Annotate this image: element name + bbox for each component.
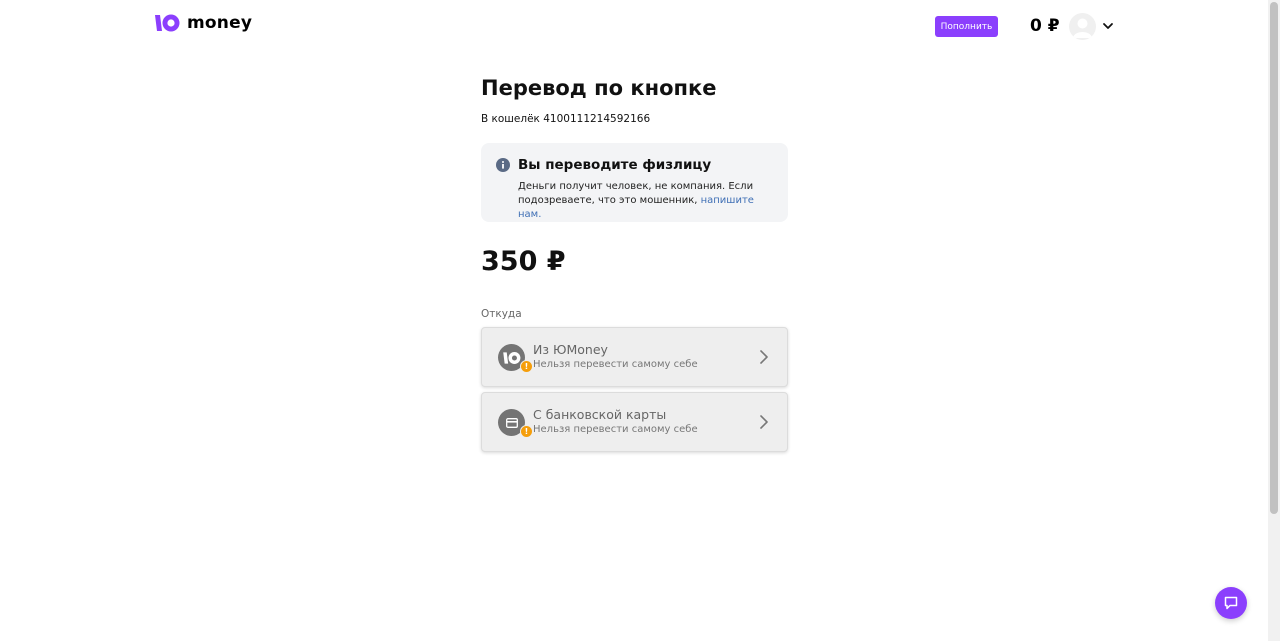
from-label: Откуда <box>481 308 522 320</box>
logo[interactable]: money <box>155 13 252 33</box>
chat-button[interactable] <box>1215 587 1247 619</box>
source-option-yoomoney[interactable]: ! Из ЮMoney Нельзя перевести самому себе <box>481 327 788 387</box>
source-option-bank-card[interactable]: ! С банковской карты Нельзя перевести са… <box>481 392 788 452</box>
chevron-right-icon <box>760 350 768 364</box>
yoomoney-logo-icon <box>155 14 180 32</box>
balance: 0 ₽ <box>1030 16 1060 36</box>
info-title: Вы переводите физлицу <box>518 157 712 173</box>
wallet-prefix: В кошелёк <box>481 113 544 125</box>
option-title: С банковской карты <box>533 407 667 422</box>
option-subtitle: Нельзя перевести самому себе <box>533 359 698 370</box>
scrollbar-thumb[interactable] <box>1270 2 1278 514</box>
info-icon <box>496 158 510 172</box>
page-title: Перевод по кнопке <box>481 76 717 100</box>
info-notice: Вы переводите физлицу Деньги получит чел… <box>481 143 788 222</box>
wallet-number: 4100111214592166 <box>543 113 651 125</box>
logo-text: money <box>187 13 253 33</box>
warning-icon: ! <box>520 425 533 438</box>
scrollbar[interactable] <box>1268 0 1280 641</box>
chevron-down-icon[interactable] <box>1102 20 1114 32</box>
option-subtitle: Нельзя перевести самому себе <box>533 424 698 435</box>
chat-icon <box>1224 596 1238 610</box>
topup-button[interactable]: Пополнить <box>935 16 998 37</box>
info-text: Деньги получит человек, не компания. Есл… <box>518 180 778 222</box>
chevron-right-icon <box>760 415 768 429</box>
user-icon <box>1073 18 1092 38</box>
option-title: Из ЮMoney <box>533 342 608 357</box>
avatar[interactable] <box>1069 13 1096 40</box>
amount: 350 ₽ <box>481 246 566 277</box>
warning-icon: ! <box>520 360 533 373</box>
wallet-line: В кошелёк 4100111214592166 <box>481 113 650 125</box>
